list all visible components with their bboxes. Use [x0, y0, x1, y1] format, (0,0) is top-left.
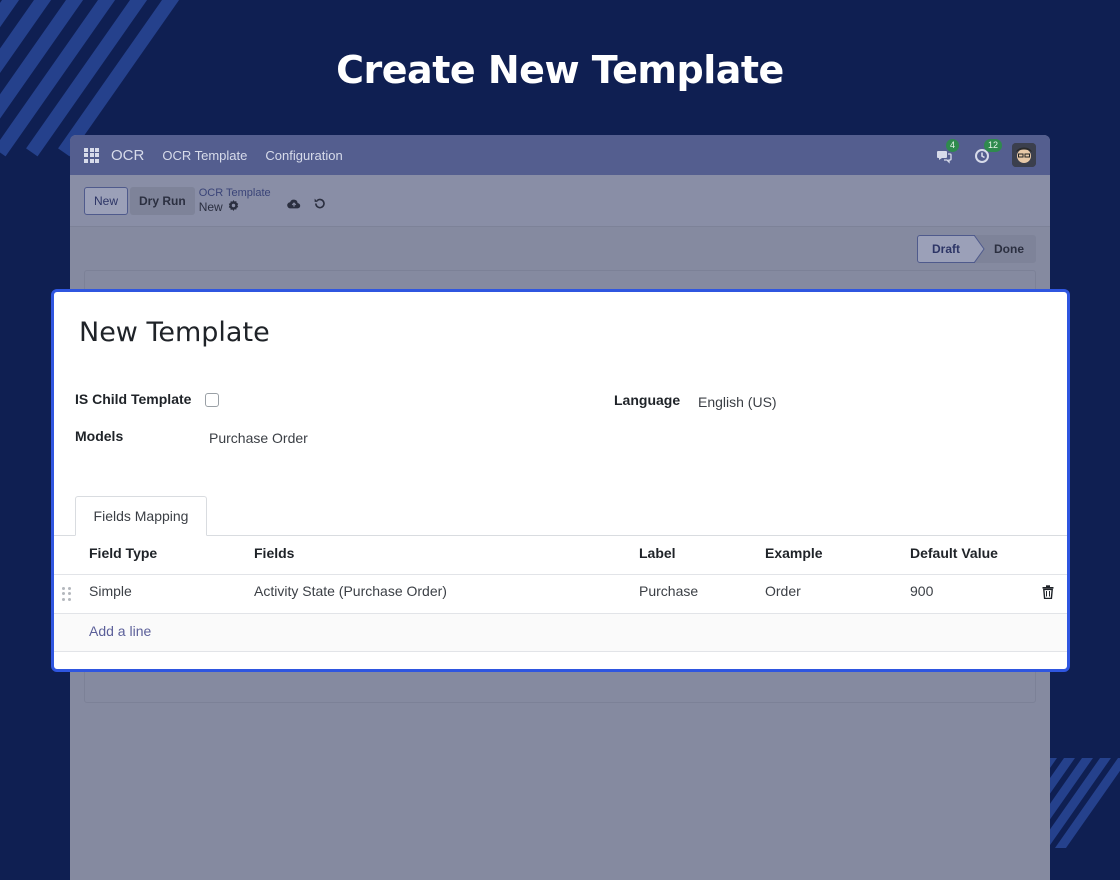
- chat-icon[interactable]: 4: [936, 139, 960, 164]
- undo-icon[interactable]: [313, 197, 326, 215]
- col-header-default-value[interactable]: Default Value: [910, 545, 998, 561]
- cell-default-value[interactable]: 900: [910, 583, 933, 599]
- cell-example[interactable]: Order: [765, 583, 801, 599]
- gear-icon[interactable]: [228, 200, 239, 214]
- nav-link-configuration[interactable]: Configuration: [265, 148, 342, 163]
- nav-brand[interactable]: OCR: [111, 147, 144, 164]
- table-bottom-divider: [54, 651, 1067, 652]
- col-header-label[interactable]: Label: [639, 545, 676, 561]
- cell-fields[interactable]: Activity State (Purchase Order): [254, 583, 447, 599]
- header-divider: [54, 574, 1067, 575]
- new-button[interactable]: New: [84, 186, 129, 215]
- models-label: Models: [75, 428, 124, 444]
- control-panel: New Dry Run OCR Template New: [70, 175, 1050, 227]
- breadcrumb: OCR Template New: [199, 187, 271, 214]
- clock-icon[interactable]: 12: [974, 139, 1003, 164]
- cell-label[interactable]: Purchase: [639, 583, 698, 599]
- drag-handle-icon[interactable]: [62, 587, 71, 601]
- status-bar: Draft Done: [917, 235, 1036, 263]
- tab-fields-mapping[interactable]: Fields Mapping: [75, 496, 207, 536]
- col-header-fields[interactable]: Fields: [254, 545, 294, 561]
- language-field[interactable]: English (US): [698, 394, 777, 410]
- hero-title: Create New Template: [336, 48, 784, 92]
- cloud-upload-icon[interactable]: [286, 197, 301, 215]
- messages-badge: 4: [946, 139, 960, 152]
- trash-icon[interactable]: [1042, 585, 1056, 601]
- apps-grid-icon[interactable]: [84, 147, 99, 163]
- models-field[interactable]: Purchase Order: [209, 430, 308, 446]
- top-navbar: OCR OCR Template Configuration 4 12: [70, 135, 1050, 175]
- status-arrow-icon: [974, 235, 985, 263]
- breadcrumb-parent[interactable]: OCR Template: [199, 187, 271, 200]
- status-draft[interactable]: Draft: [917, 235, 975, 263]
- form-title[interactable]: New Template: [79, 317, 270, 348]
- language-label: Language: [614, 392, 681, 408]
- avatar[interactable]: [1012, 143, 1036, 167]
- nav-link-ocr-template[interactable]: OCR Template: [162, 148, 247, 163]
- col-header-example[interactable]: Example: [765, 545, 823, 561]
- template-form-card: New Template IS Child Template Models Pu…: [51, 289, 1070, 672]
- decor-stripes-bottom-right: [1050, 758, 1120, 848]
- activities-badge: 12: [984, 139, 1003, 152]
- col-header-field-type[interactable]: Field Type: [89, 545, 157, 561]
- is-child-template-checkbox[interactable]: [205, 393, 219, 407]
- is-child-template-label: IS Child Template: [75, 391, 192, 407]
- add-line-link[interactable]: Add a line: [89, 623, 151, 639]
- breadcrumb-current: New: [198, 199, 223, 214]
- cell-field-type[interactable]: Simple: [89, 583, 132, 599]
- dry-run-button[interactable]: Dry Run: [130, 186, 195, 215]
- add-line-row: [54, 614, 1067, 652]
